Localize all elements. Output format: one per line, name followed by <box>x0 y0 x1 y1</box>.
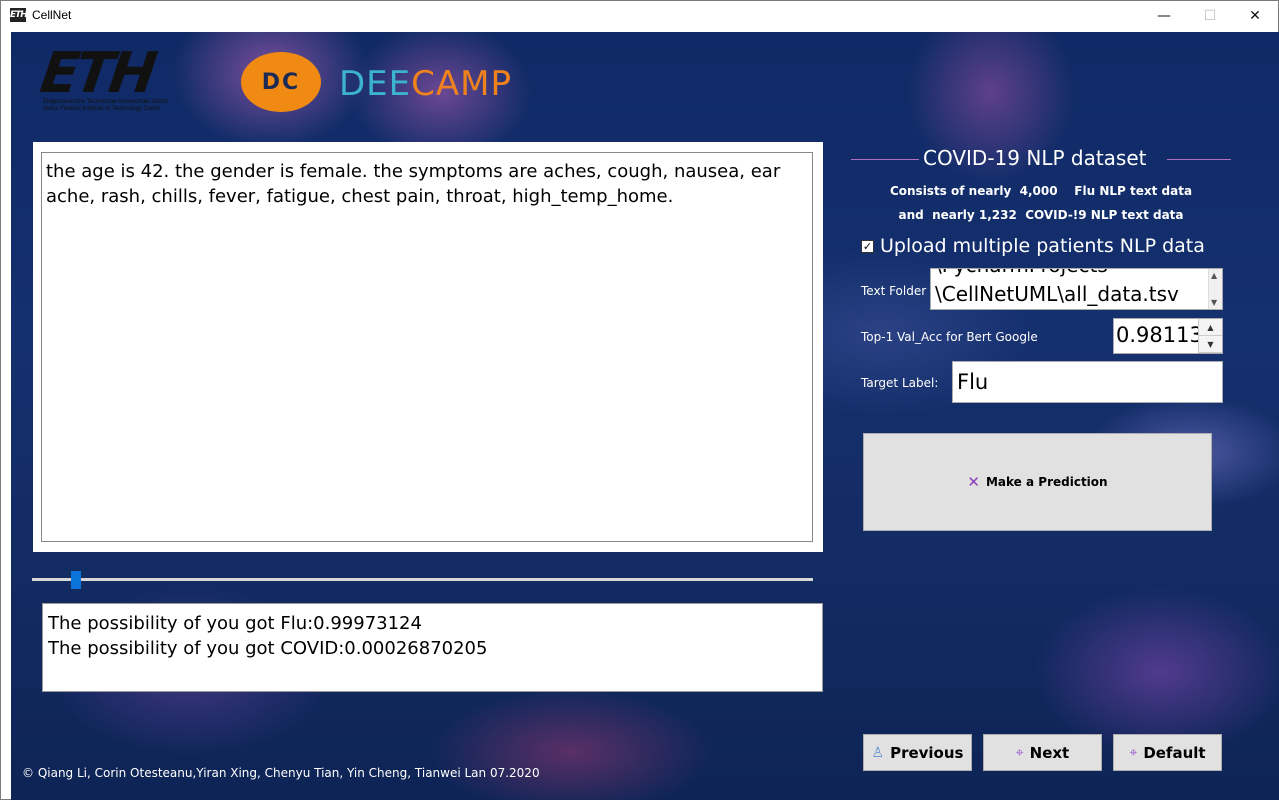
scroll-down-icon[interactable]: ▼ <box>1211 298 1217 307</box>
flu-probability: The possibility of you got Flu:0.9997312… <box>48 613 422 634</box>
upload-multiple-label: Upload multiple patients NLP data <box>880 235 1205 257</box>
dataset-title: COVID-19 NLP dataset <box>923 146 1147 170</box>
text-folder-field[interactable]: \PycharmProjects \CellNetUML\all_data.ts… <box>930 268 1223 310</box>
slider-handle[interactable] <box>70 571 81 589</box>
main-area: ETH Eidgenössische Technische Hochschule… <box>11 32 1279 800</box>
close-icon: ✕ <box>967 473 980 491</box>
next-button[interactable]: ⌖ Next <box>983 734 1102 771</box>
previous-button[interactable]: ♙ Previous <box>863 734 972 771</box>
target-label: Target Label: <box>861 376 939 390</box>
crosshair-icon: ⌖ <box>1015 744 1024 761</box>
crosshair-icon: ⌖ <box>1129 744 1138 761</box>
divider <box>851 159 919 160</box>
accuracy-value: 0.98113 <box>1116 323 1203 347</box>
eth-subtitle-en: Swiss Federal Institute of Technology Zu… <box>43 106 161 112</box>
maximize-button[interactable]: ☐ <box>1187 1 1233 31</box>
target-label-field[interactable]: Flu <box>952 361 1223 403</box>
text-folder-value: \CellNetUML\all_data.tsv <box>935 282 1179 306</box>
deecamp-symbol: DC <box>261 69 301 95</box>
close-button[interactable]: ✕ <box>1232 1 1278 31</box>
text-folder-prev-line: \PycharmProjects <box>935 269 1108 277</box>
make-prediction-label: Make a Prediction <box>985 475 1108 489</box>
minimize-button[interactable]: — <box>1141 1 1187 31</box>
deecamp-dee: DEE <box>339 64 412 104</box>
make-prediction-button[interactable]: ✕ Make a Prediction <box>863 433 1212 531</box>
dataset-description-flu: Consists of nearly 4,000 Flu NLP text da… <box>889 184 1193 198</box>
title-bar: ETH CellNet — ☐ ✕ <box>1 1 1278 31</box>
deecamp-wordmark: DEECAMP <box>339 64 512 104</box>
text-folder-scrollbar[interactable]: ▲ ▼ <box>1208 269 1222 309</box>
text-folder-label: Text Folder <box>861 284 927 298</box>
covid-probability: The possibility of you got COVID:0.00026… <box>48 638 488 659</box>
patient-text-input[interactable]: the age is 42. the gender is female. the… <box>41 152 813 542</box>
spin-up-icon[interactable]: ▲ <box>1199 319 1222 336</box>
dataset-header: COVID-19 NLP dataset <box>851 144 1231 174</box>
spin-down-icon[interactable]: ▼ <box>1199 336 1222 353</box>
slider-track[interactable] <box>32 578 813 581</box>
eth-wordmark: ETH <box>36 41 157 106</box>
default-label: Default <box>1143 743 1206 762</box>
spin-buttons: ▲ ▼ <box>1198 319 1222 353</box>
eth-logo: ETH Eidgenössische Technische Hochschule… <box>37 41 211 113</box>
deecamp-camp: CAMP <box>411 64 512 104</box>
previous-label: Previous <box>890 743 964 762</box>
deecamp-icon: DC <box>241 52 321 112</box>
copyright-footer: © Qiang Li, Corin Otesteanu,Yiran Xing, … <box>22 766 540 780</box>
deecamp-logo: DC DEECAMP <box>241 52 621 112</box>
accuracy-spinbox[interactable]: 0.98113 ▲ ▼ <box>1113 318 1223 354</box>
person-icon: ♙ <box>871 744 885 761</box>
divider <box>1167 159 1231 160</box>
app-icon: ETH <box>10 8 28 22</box>
input-panel: the age is 42. the gender is female. the… <box>33 142 823 552</box>
window-title: CellNet <box>32 8 72 22</box>
prediction-output: The possibility of you got Flu:0.9997312… <box>42 603 823 692</box>
accuracy-label: Top-1 Val_Acc for Bert Google <box>861 330 1038 344</box>
dataset-description-covid: and nearly 1,232 COVID-!9 NLP text data <box>898 208 1184 222</box>
upload-multiple-checkbox[interactable]: ✓ <box>861 239 874 253</box>
next-label: Next <box>1029 743 1070 762</box>
scroll-up-icon[interactable]: ▲ <box>1211 271 1217 280</box>
default-button[interactable]: ⌖ Default <box>1113 734 1222 771</box>
upload-multiple-option[interactable]: ✓ Upload multiple patients NLP data <box>861 235 1205 257</box>
app-window: ETH CellNet — ☐ ✕ ETH Eidgenössische Tec… <box>0 0 1279 800</box>
